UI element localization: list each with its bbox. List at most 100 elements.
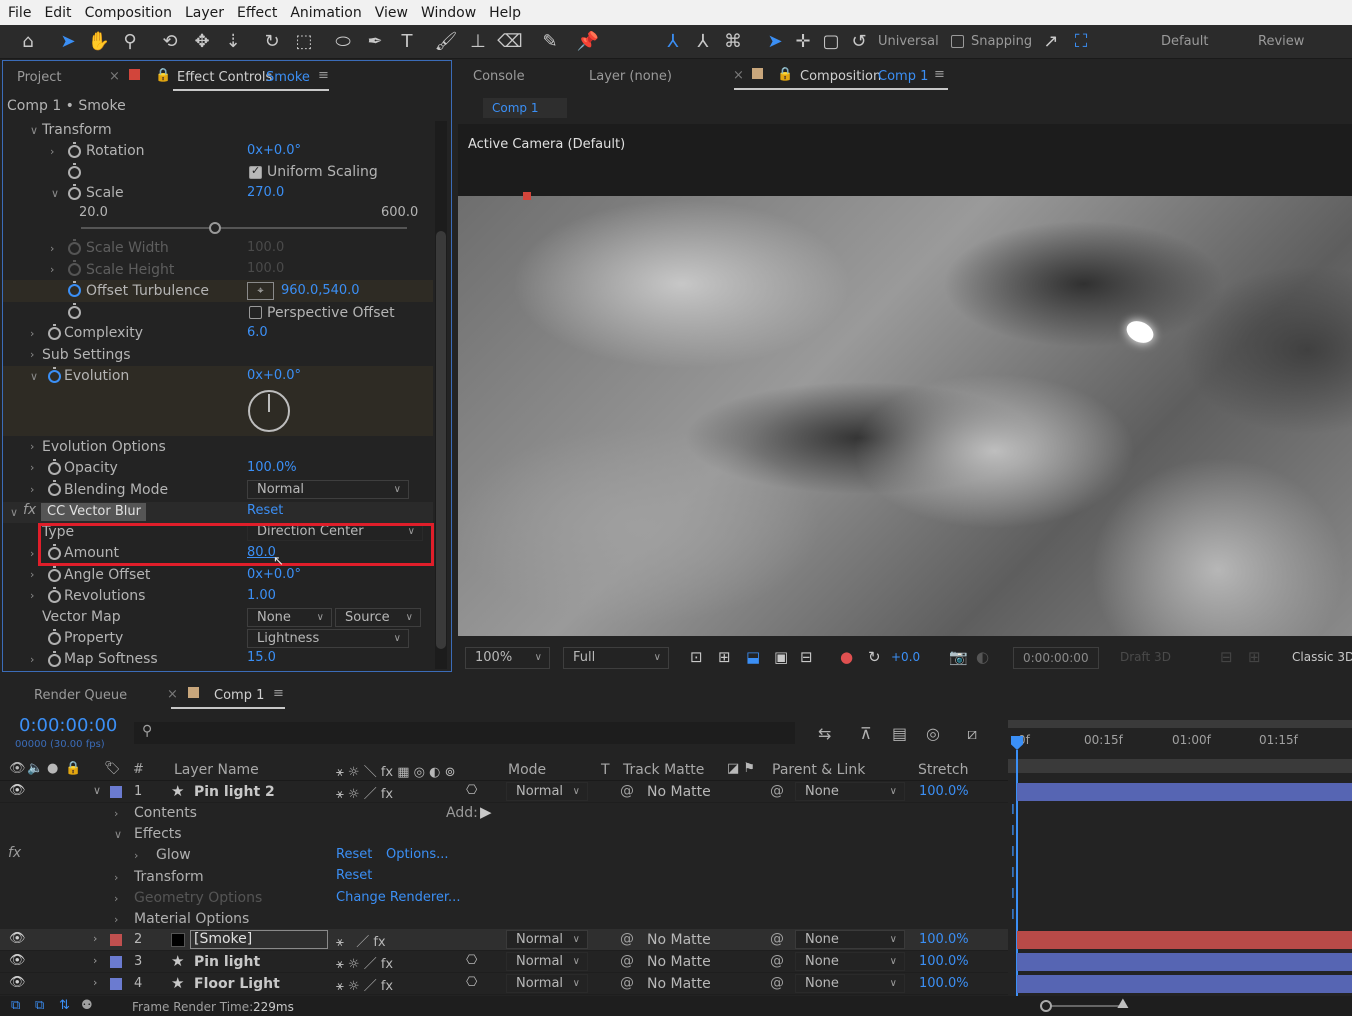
parent-dropdown[interactable]: None ∨ xyxy=(795,974,905,993)
comp-subtab[interactable]: Comp 1 xyxy=(483,98,567,118)
eye-icon[interactable]: 👁 xyxy=(9,931,26,946)
tab-composition-name[interactable]: Comp 1 xyxy=(878,69,928,84)
dolly-camera-icon[interactable]: ⇣ xyxy=(220,28,246,54)
layer-switches-icon[interactable]: ⚹ ☼ ／ fx xyxy=(336,953,393,972)
scale-slider-knob[interactable] xyxy=(208,222,221,234)
universal-move-icon[interactable]: ✛ xyxy=(790,28,816,54)
stopwatch-icon[interactable] xyxy=(48,480,61,496)
transform-reset-link[interactable]: Reset xyxy=(336,868,372,883)
fx-icon[interactable]: fx xyxy=(8,845,21,861)
draft3d-toggle[interactable]: Draft 3D xyxy=(1120,650,1171,664)
map-softness-value[interactable]: 15.0 xyxy=(247,650,276,665)
chevron-down-icon[interactable]: ∨ xyxy=(51,187,59,200)
chevron-right-icon[interactable]: › xyxy=(114,892,118,905)
in-out-toggle-icon[interactable]: ⇅ xyxy=(59,998,70,1013)
mode-dropdown[interactable]: Normal ∨ xyxy=(506,952,588,971)
evolution-value[interactable]: 0x+0.0° xyxy=(247,368,301,383)
chevron-right-icon[interactable]: › xyxy=(30,348,34,361)
3d-layer-icon[interactable]: ⎔ xyxy=(466,953,477,968)
eye-icon[interactable]: 👁 xyxy=(9,783,26,798)
stopwatch-icon[interactable] xyxy=(68,260,81,276)
chevron-right-icon[interactable]: › xyxy=(30,589,34,602)
menu-composition[interactable]: Composition xyxy=(85,5,172,21)
layer-bar[interactable] xyxy=(1017,783,1352,801)
playhead[interactable] xyxy=(1011,736,1023,750)
chevron-down-icon[interactable]: ∨ xyxy=(10,506,18,519)
tab-render-queue[interactable]: Render Queue xyxy=(34,688,127,703)
work-area-bar[interactable] xyxy=(1008,720,1352,728)
glow-reset-link[interactable]: Reset xyxy=(336,847,372,862)
brush-tool-icon[interactable]: 🖌 xyxy=(433,28,459,54)
tab-layer[interactable]: Layer (none) xyxy=(589,69,672,84)
mode-dropdown[interactable]: Normal ∨ xyxy=(506,782,588,801)
table-row[interactable]: 👁 › 4 ★ Floor Light ⚹ ☼ ／ fx ⎔ Normal ∨ @… xyxy=(0,973,1008,995)
panel-menu-icon[interactable]: ≡ xyxy=(934,67,945,82)
stopwatch-active-icon[interactable] xyxy=(68,281,81,297)
track-matte-value[interactable]: No Matte xyxy=(647,932,711,948)
current-time[interactable]: 0:00:00:00 xyxy=(19,715,117,736)
zoom-slider-knob[interactable] xyxy=(1040,1000,1052,1012)
home-icon[interactable]: ⌂ xyxy=(15,28,41,54)
stopwatch-icon[interactable] xyxy=(48,587,61,603)
zoom-tool-icon[interactable]: ⚲ xyxy=(117,28,143,54)
snap-grid-icon[interactable]: ⛶ xyxy=(1068,28,1094,54)
chevron-right-icon[interactable]: › xyxy=(30,461,34,474)
zoom-slider[interactable] xyxy=(1040,1000,1122,1012)
selection-tool-icon[interactable]: ➤ xyxy=(55,28,81,54)
chevron-right-icon[interactable]: › xyxy=(93,932,97,945)
chevron-down-icon[interactable]: ∨ xyxy=(114,828,122,841)
chevron-right-icon[interactable]: › xyxy=(30,547,34,560)
scale-value[interactable]: 270.0 xyxy=(247,185,284,200)
roto-brush-icon[interactable]: ✎ xyxy=(537,28,563,54)
rotation-value[interactable]: 0x+0.0° xyxy=(247,143,301,158)
layer-bar[interactable] xyxy=(1017,975,1352,993)
stretch-value[interactable]: 100.0% xyxy=(919,954,969,969)
exposure-value[interactable]: +0.0 xyxy=(891,650,920,664)
layer-switches-icon[interactable]: ⚹ ☼ ／ fx xyxy=(336,783,393,802)
fx-icon[interactable]: fx xyxy=(23,502,36,518)
transfer-controls-icon[interactable]: ⧉ xyxy=(35,998,44,1013)
scrollbar-thumb[interactable] xyxy=(436,231,446,649)
evolution-dial[interactable] xyxy=(248,390,290,432)
parent-dropdown[interactable]: None ∨ xyxy=(795,782,905,801)
layer-name[interactable]: Pin light xyxy=(194,954,260,970)
stopwatch-active-icon[interactable] xyxy=(48,367,61,383)
layer-name[interactable]: [Smoke] xyxy=(190,930,328,949)
comp-flowchart-icon[interactable]: ⇆ xyxy=(818,724,831,743)
camera-snapshot-icon[interactable]: 📷 xyxy=(949,648,968,666)
region-of-interest-icon[interactable]: ▣ xyxy=(774,648,788,666)
snapping-checkbox[interactable] xyxy=(951,35,964,48)
mode-dropdown[interactable]: Normal ∨ xyxy=(506,930,588,949)
stopwatch-icon[interactable] xyxy=(48,566,61,582)
matte-pickwhip-icon[interactable]: @ xyxy=(620,953,634,969)
chevron-right-icon[interactable]: › xyxy=(134,849,138,862)
resolution-dropdown[interactable]: Full ∨ xyxy=(563,647,669,669)
reset-exposure-icon[interactable]: ↻ xyxy=(868,648,881,666)
chevron-right-icon[interactable]: › xyxy=(30,653,34,666)
blending-mode-dropdown[interactable]: Normal ∨ xyxy=(247,480,409,499)
puppet-pin-icon[interactable]: 📌 xyxy=(575,28,601,54)
angle-offset-value[interactable]: 0x+0.0° xyxy=(247,567,301,582)
eye-icon[interactable]: 👁 xyxy=(9,953,26,968)
local-axis-icon[interactable]: ⅄ xyxy=(660,28,686,54)
mode-dropdown[interactable]: Normal ∨ xyxy=(506,974,588,993)
layer-switches-icon[interactable]: ⚹ ／ fx xyxy=(336,931,386,950)
tab-effect-controls[interactable]: Effect Controls xyxy=(177,70,272,85)
pan-camera-icon[interactable]: ✥ xyxy=(189,28,215,54)
eye-icon[interactable]: 👁 xyxy=(9,975,26,990)
offset-turbulence-value[interactable]: 960.0,540.0 xyxy=(281,283,360,298)
matte-pickwhip-icon[interactable]: @ xyxy=(620,931,634,947)
parent-dropdown[interactable]: None ∨ xyxy=(795,930,905,949)
render-time-icon[interactable]: ⚉ xyxy=(81,998,93,1013)
3d-layer-icon[interactable]: ⎔ xyxy=(466,783,477,798)
stopwatch-icon[interactable] xyxy=(48,459,61,475)
layer-label-color[interactable] xyxy=(110,786,122,798)
menu-animation[interactable]: Animation xyxy=(290,5,361,21)
vector-map-source-dropdown[interactable]: Source ∨ xyxy=(335,608,421,627)
zoom-in-icon[interactable]: ⛰ xyxy=(1117,996,1129,1012)
stopwatch-icon[interactable] xyxy=(48,629,61,645)
scale-slider-track[interactable] xyxy=(81,222,407,234)
lock-icon[interactable]: 🔒 xyxy=(155,68,171,83)
type-tool-icon[interactable]: T xyxy=(394,28,420,54)
stretch-value[interactable]: 100.0% xyxy=(919,784,969,799)
